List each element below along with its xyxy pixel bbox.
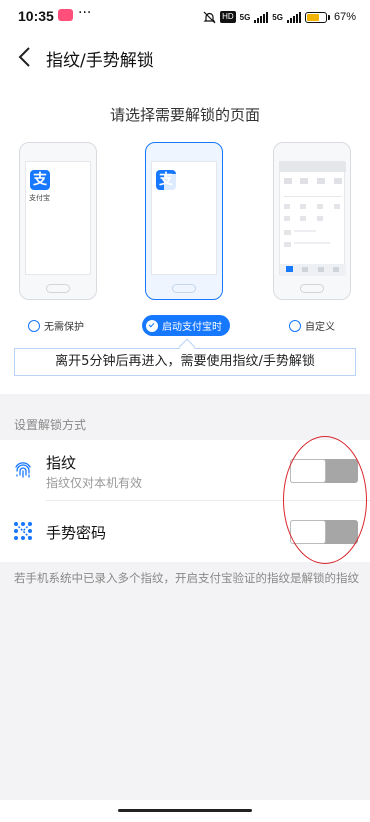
- section-label: 设置解锁方式: [14, 418, 87, 432]
- toggle-knob: [290, 459, 326, 483]
- app-home-preview-icon: [280, 162, 346, 276]
- mute-bell-icon: [203, 11, 216, 23]
- status-time: 10:35: [18, 8, 54, 24]
- radio-checked-icon: [146, 319, 158, 332]
- fingerprint-icon: [15, 462, 31, 478]
- phone-screen: 支 支付宝: [25, 161, 91, 275]
- page-selection-panel: 请选择需要解锁的页面 支 支付宝 支: [0, 80, 370, 394]
- signal-icon-2: [286, 11, 301, 23]
- option-custom[interactable]: 自定义: [289, 318, 335, 333]
- unlock-row-fingerprint: 指纹 指纹仅对本机有效: [0, 440, 370, 501]
- page-title: 指纹/手势解锁: [46, 51, 154, 71]
- more-notifications-indicator: ···: [78, 5, 92, 21]
- gesture-icon: [14, 522, 32, 540]
- option-no-protection[interactable]: 无需保护: [28, 318, 84, 333]
- unlock-row-gesture: 手势密码: [0, 501, 370, 562]
- phone-preview-custom[interactable]: [273, 142, 351, 300]
- battery-percent: 67%: [333, 11, 356, 23]
- option-on-launch[interactable]: 启动支付宝时: [142, 315, 230, 336]
- unlock-method-list: 指纹 指纹仅对本机有效 手势密码: [0, 440, 370, 562]
- network-type-1: 5G: [239, 12, 251, 22]
- phone-screen: [279, 161, 346, 276]
- launch-overlay: [164, 174, 180, 196]
- battery-icon: [304, 11, 327, 23]
- app-notification-icon: [58, 9, 73, 21]
- option-label: 启动支付宝时: [162, 322, 222, 333]
- selection-prompt: 请选择需要解锁的页面: [109, 106, 260, 124]
- home-indicator[interactable]: [118, 809, 252, 812]
- phone-preview-on-launch[interactable]: 支: [145, 142, 223, 300]
- radio-icon: [28, 319, 40, 332]
- signal-icon-1: [254, 11, 269, 23]
- gesture-toggle[interactable]: [290, 520, 358, 544]
- phone-home-button: [46, 284, 70, 293]
- fingerprint-title: 指纹: [46, 454, 77, 472]
- network-type-2: 5G: [272, 12, 283, 22]
- status-indicators: HD 5G 5G 67%: [203, 8, 356, 26]
- alipay-logo-icon: 支: [30, 170, 50, 190]
- option-label: 无需保护: [44, 322, 84, 333]
- fingerprint-subtitle: 指纹仅对本机有效: [46, 476, 143, 490]
- option-label: 自定义: [305, 322, 335, 333]
- phone-preview-no-protection[interactable]: 支 支付宝: [19, 142, 97, 300]
- phone-screen: 支: [151, 161, 217, 275]
- app-header: 指纹/手势解锁: [0, 34, 370, 80]
- phone-home-button: [172, 284, 196, 293]
- battery-tip: [327, 14, 330, 20]
- status-bar: 10:35 ··· HD 5G 5G 67%: [0, 0, 370, 34]
- gesture-title: 手势密码: [46, 524, 107, 542]
- phone-app-caption: 支付宝: [29, 194, 50, 202]
- radio-icon: [289, 319, 301, 332]
- back-arrow-icon[interactable]: [14, 43, 38, 71]
- phone-home-button: [300, 284, 324, 293]
- fingerprint-toggle[interactable]: [290, 459, 358, 483]
- toggle-knob: [290, 520, 326, 544]
- system-nav-bar: [0, 800, 370, 822]
- hd-badge: HD: [220, 11, 236, 23]
- footnote: 若手机系统中已录入多个指纹，开启支付宝验证的指纹是解锁的指纹: [14, 571, 359, 585]
